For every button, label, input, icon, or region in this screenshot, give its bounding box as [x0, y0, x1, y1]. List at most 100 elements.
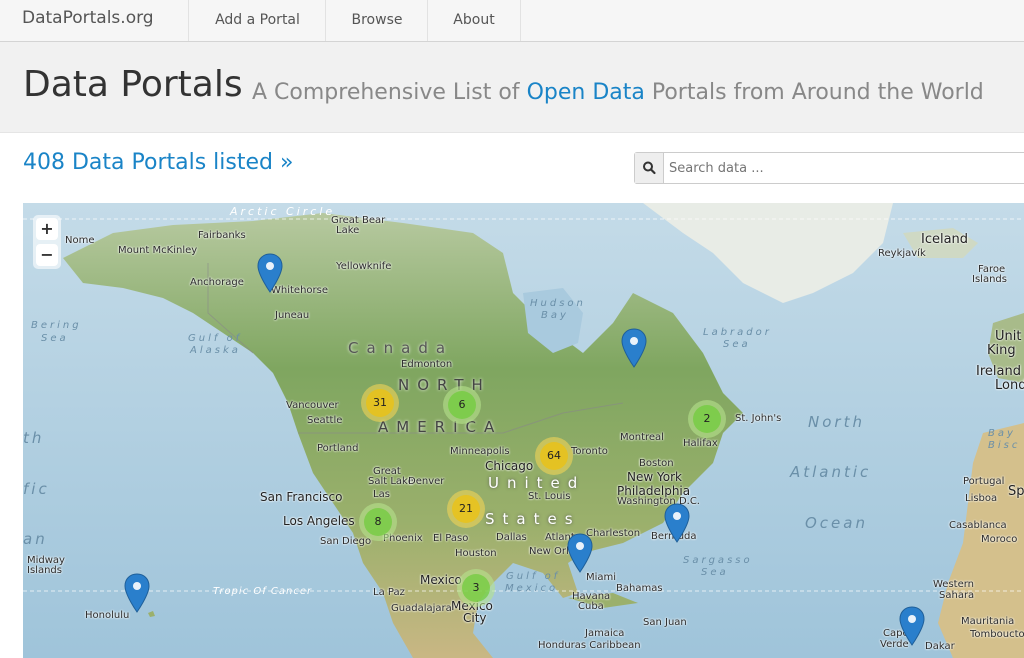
- lisboa-label: Lisboa: [965, 493, 998, 504]
- mauritania-label: Mauritania: [961, 616, 1015, 627]
- juneau-label: Juneau: [275, 310, 310, 321]
- cluster-count: 3: [462, 574, 490, 602]
- united-kingdom-label-2: King: [987, 343, 1016, 358]
- map-pin-icon[interactable]: [621, 328, 647, 368]
- cluster-marker[interactable]: 31: [361, 384, 399, 422]
- los-angeles-label: Los Angeles: [283, 514, 355, 528]
- nav-browse[interactable]: Browse: [325, 0, 428, 41]
- casablanca-label: Casablanca: [949, 520, 1007, 531]
- st-louis-label: St. Louis: [528, 491, 571, 502]
- hudson-bay-label: Hudson: [530, 298, 586, 309]
- search-icon: [643, 161, 656, 175]
- bay-biscay-label-2: Bisc: [988, 440, 1021, 451]
- san-francisco-label: San Francisco: [260, 490, 343, 504]
- cluster-count: 64: [540, 442, 568, 470]
- pacific-fic-label: fic: [23, 480, 50, 498]
- labrador-label-2: Sea: [723, 339, 751, 350]
- st-johns-label: St. John's: [735, 413, 782, 424]
- subtitle-text-after: Portals from Around the World: [651, 80, 984, 105]
- canada-label: Canada: [348, 339, 454, 357]
- london-label: Lond: [995, 378, 1024, 393]
- subtitle-text-before: A Comprehensive List of: [252, 80, 520, 105]
- montreal-label: Montreal: [620, 432, 664, 443]
- map-pin-icon[interactable]: [899, 606, 925, 646]
- united-kingdom-label: Unit: [995, 329, 1022, 344]
- north-label-ocean: North: [808, 413, 865, 431]
- houston-label: Houston: [455, 548, 497, 559]
- nav-about[interactable]: About: [427, 0, 521, 41]
- map-pin-icon[interactable]: [257, 253, 283, 293]
- boston-label: Boston: [639, 458, 674, 469]
- map-pin-icon[interactable]: [567, 533, 593, 573]
- page-title: Data Portals: [23, 64, 243, 105]
- search-button[interactable]: [635, 153, 664, 183]
- arctic-circle-label: Arctic Circle: [230, 205, 336, 218]
- el-paso-label: El Paso: [433, 533, 469, 544]
- ireland-label: Ireland: [976, 364, 1021, 379]
- toronto-label: Toronto: [571, 446, 608, 457]
- seattle-label: Seattle: [307, 415, 343, 426]
- united-label: United: [488, 474, 586, 492]
- la-paz-label: La Paz: [373, 587, 405, 598]
- bering-label: Bering: [31, 320, 82, 331]
- cluster-marker[interactable]: 3: [457, 569, 495, 607]
- portland-label: Portland: [317, 443, 359, 454]
- top-navbar: DataPortals.org Add a Portal Browse Abou…: [0, 0, 1024, 42]
- north-label: NORTH: [398, 376, 491, 394]
- world-map[interactable]: + − Arctic Circle Great Bear Lake Nome F…: [23, 203, 1024, 658]
- halifax-label: Halifax: [683, 438, 718, 449]
- charleston-label: Charleston: [586, 528, 641, 539]
- cluster-marker[interactable]: 6: [443, 386, 481, 424]
- yellowknife-label: Yellowknife: [336, 261, 392, 272]
- search-input[interactable]: [665, 153, 1024, 183]
- america-label: AMERICA: [378, 418, 503, 436]
- san-diego-label: San Diego: [320, 536, 372, 547]
- chicago-label: Chicago: [485, 459, 534, 473]
- gulf-alaska-label-2: Alaska: [190, 345, 241, 356]
- mexico-city-label-2: City: [463, 611, 487, 625]
- gulf-alaska-label: Gulf of: [188, 333, 243, 344]
- brand-link[interactable]: DataPortals.org: [22, 8, 154, 28]
- western-sahara-label-2: Sahara: [939, 590, 975, 601]
- dallas-label: Dallas: [496, 532, 527, 543]
- cluster-marker[interactable]: 21: [447, 490, 485, 528]
- cluster-marker[interactable]: 64: [535, 437, 573, 475]
- pacific-th-label: th: [23, 429, 45, 447]
- portals-count-link[interactable]: 408 Data Portals listed »: [23, 150, 293, 175]
- zoom-out-button[interactable]: −: [36, 244, 58, 266]
- denver-label: Denver: [408, 476, 445, 487]
- dakar-label: Dakar: [925, 641, 955, 652]
- search-box: [634, 152, 1024, 184]
- jamaica-label: Jamaica: [585, 628, 625, 639]
- nav-add-portal[interactable]: Add a Portal: [188, 0, 326, 41]
- cluster-count: 21: [452, 495, 480, 523]
- mexico-label: Mexico: [420, 573, 462, 587]
- vancouver-label: Vancouver: [286, 400, 339, 411]
- cluster-count: 31: [366, 389, 394, 417]
- map-pin-icon[interactable]: [664, 503, 690, 543]
- pacific-an-label: an: [23, 530, 48, 548]
- cuba-label: Cuba: [578, 601, 604, 612]
- minneapolis-label: Minneapolis: [450, 446, 510, 457]
- open-data-link[interactable]: Open Data: [527, 80, 645, 105]
- iceland-label: Iceland: [921, 232, 969, 247]
- edmonton-label: Edmonton: [401, 359, 453, 370]
- fairbanks-label: Fairbanks: [198, 230, 246, 241]
- caribbean-label: Honduras Caribbean: [538, 640, 641, 651]
- cluster-marker[interactable]: 8: [359, 503, 397, 541]
- zoom-in-button[interactable]: +: [36, 218, 58, 240]
- cluster-count: 8: [364, 508, 392, 536]
- atlantic-label: Atlantic: [790, 463, 872, 481]
- states-label: States: [485, 510, 581, 528]
- reykjavik-label: Reykjavík: [878, 248, 926, 259]
- ocean-label: Ocean: [805, 514, 868, 532]
- cluster-count: 2: [693, 405, 721, 433]
- hudson-bay-label-2: Bay: [541, 310, 569, 321]
- anchorage-label: Anchorage: [190, 277, 244, 288]
- nome-label: Nome: [65, 235, 95, 246]
- las-vegas-label: Las: [373, 489, 390, 500]
- cluster-marker[interactable]: 2: [688, 400, 726, 438]
- map-pin-icon[interactable]: [124, 573, 150, 613]
- mount-mckinley-label: Mount McKinley: [118, 245, 198, 256]
- guadalajara-label: Guadalajara: [391, 603, 452, 614]
